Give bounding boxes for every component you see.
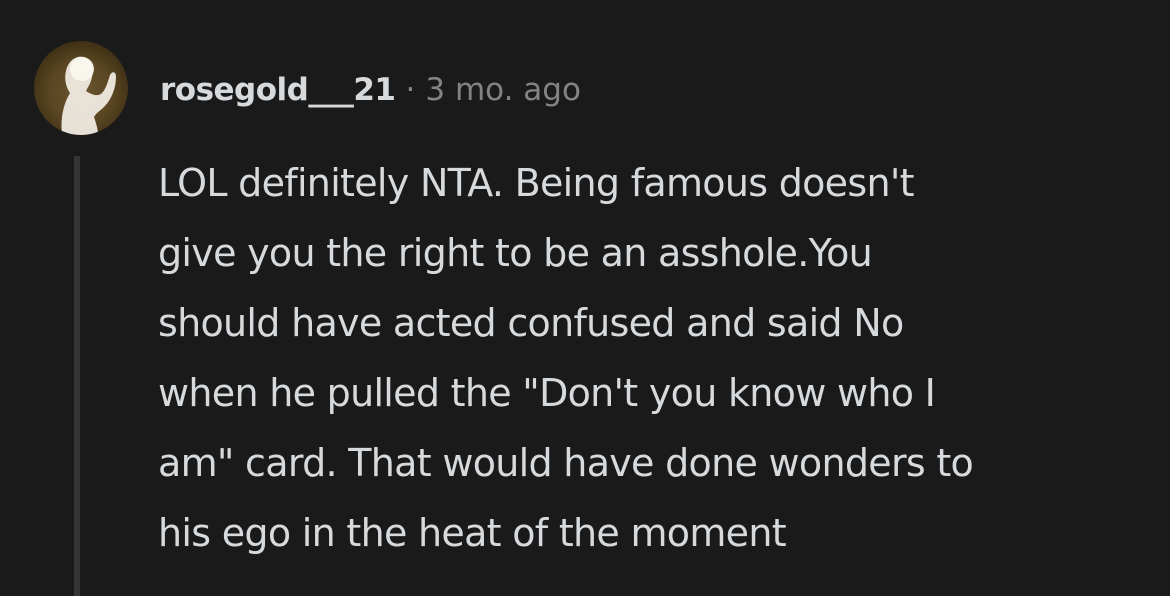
timestamp-link[interactable]: 3 mo. ago bbox=[425, 72, 581, 108]
comment-meta: rosegold___21 · 3 mo. ago bbox=[160, 66, 581, 114]
comment-line: give you the right to be an asshole.You bbox=[158, 231, 873, 275]
avatar-silhouette-icon bbox=[61, 56, 116, 135]
username-link[interactable]: rosegold___21 bbox=[160, 72, 396, 108]
comment-line: LOL definitely NTA. Being famous doesn't bbox=[158, 161, 914, 205]
user-avatar-icon[interactable] bbox=[34, 41, 128, 135]
thread-collapse-line[interactable] bbox=[74, 156, 80, 596]
comment-line: his ego in the heat of the moment bbox=[158, 511, 787, 555]
comment-line: when he pulled the "Don't you know who I bbox=[158, 371, 936, 415]
comment-body: LOL definitely NTA. Being famous doesn't… bbox=[158, 148, 1148, 568]
meta-separator: · bbox=[405, 72, 416, 108]
comment: rosegold___21 · 3 mo. ago LOL definitely… bbox=[0, 0, 1170, 596]
comment-line: should have acted confused and said No bbox=[158, 301, 904, 345]
comment-line: am" card. That would have done wonders t… bbox=[158, 441, 974, 485]
